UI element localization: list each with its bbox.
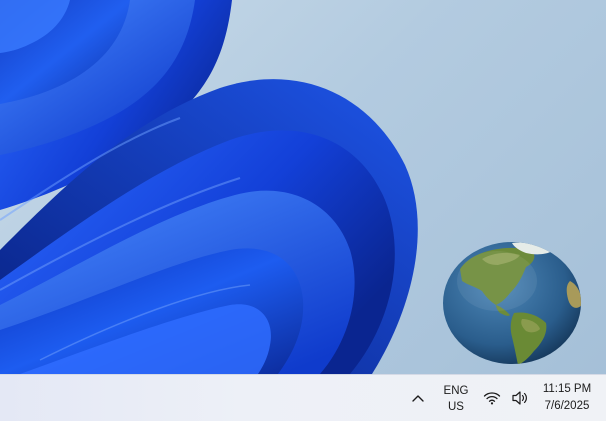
taskbar: ENG US 11:15 PM 7/6/2025 [0, 374, 606, 421]
chevron-up-icon [412, 395, 424, 402]
input-language-indicator[interactable]: ENG US [440, 383, 472, 415]
clock-time: 11:15 PM [542, 383, 592, 395]
language-region: US [448, 401, 464, 413]
speaker-icon [510, 388, 530, 408]
globe-widget[interactable] [442, 241, 582, 365]
desktop[interactable] [0, 0, 606, 374]
globe-earth-icon [443, 242, 581, 364]
wifi-icon [482, 388, 502, 408]
clock-button[interactable]: 11:15 PM 7/6/2025 [536, 381, 598, 415]
show-hidden-icons-button[interactable] [406, 386, 430, 410]
quick-settings-button[interactable] [482, 386, 530, 410]
clock-date: 7/6/2025 [544, 400, 590, 412]
language-code: ENG [443, 385, 469, 397]
